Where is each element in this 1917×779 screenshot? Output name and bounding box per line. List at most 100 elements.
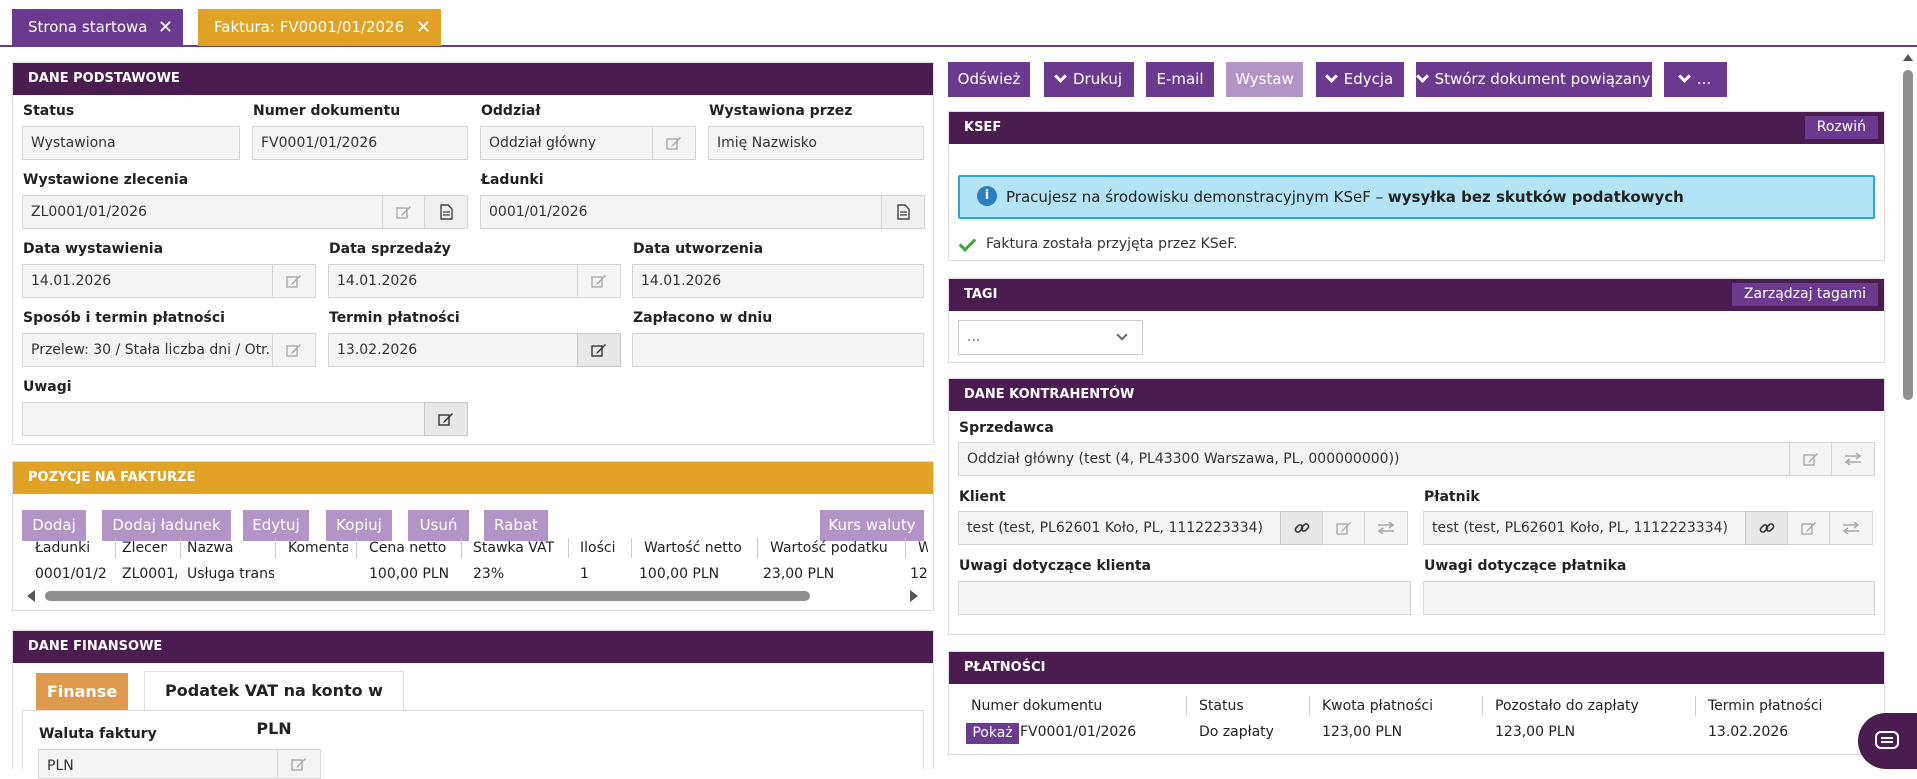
client-notes-label: Uwagi dotyczące klienta (959, 558, 1151, 574)
horizontal-scrollbar[interactable] (45, 591, 810, 601)
edit-icon[interactable] (652, 126, 696, 160)
chevron-down-icon (1415, 70, 1429, 83)
discount-button[interactable]: Rabat (484, 510, 548, 541)
due-field: 13.02.2026 (328, 333, 578, 367)
add-load-button[interactable]: Dodaj ładunek (102, 510, 231, 541)
column-header[interactable]: W (918, 540, 928, 556)
table-cell: 12 (910, 566, 928, 582)
edit-button[interactable]: Edycja (1316, 62, 1404, 97)
edit-icon[interactable] (1322, 511, 1366, 545)
number-field: FV0001/01/2026 (252, 126, 468, 160)
ksef-accepted-text: Faktura została przyjęta przez KSeF. (986, 236, 1238, 252)
payer-label: Płatnik (1424, 489, 1480, 505)
payer-notes-label: Uwagi dotyczące płatnika (1424, 558, 1627, 574)
column-divider (1309, 696, 1310, 716)
column-header[interactable]: Wartość netto (644, 540, 754, 556)
column-header[interactable]: Zlecen (122, 540, 167, 556)
chat-lines (1881, 737, 1893, 743)
chevron-down-icon (1324, 70, 1338, 83)
table-cell: 13.02.2026 (1708, 724, 1789, 740)
edit-icon[interactable] (1787, 511, 1831, 545)
edit-icon[interactable] (577, 333, 621, 367)
link-icon[interactable] (1745, 511, 1789, 545)
column-header[interactable]: Ładunki (35, 540, 105, 556)
contractors-header: DANE KONTRAHENTÓW (949, 379, 1884, 411)
issue-button[interactable]: Wystaw (1226, 62, 1303, 97)
edit-icon[interactable] (1789, 442, 1833, 476)
info-icon: i (977, 186, 997, 206)
expand-button[interactable]: Rozwiń (1804, 116, 1878, 139)
chevron-down-icon (1116, 329, 1128, 341)
created-label: Data utworzenia (633, 241, 764, 257)
edit-icon[interactable] (424, 402, 468, 436)
document-icon[interactable] (881, 195, 925, 229)
edit-icon[interactable] (277, 749, 321, 779)
more-button[interactable]: ... (1664, 62, 1727, 97)
column-header[interactable]: Wartość podatku (770, 540, 890, 556)
table-cell: FV0001/01/2026 (1020, 724, 1137, 740)
notes-field[interactable] (22, 402, 425, 436)
vertical-scrollbar[interactable] (1903, 70, 1913, 400)
column-header[interactable]: Ilości (580, 540, 630, 556)
paid-label: Zapłacono w dniu (633, 310, 773, 326)
ksef-header: KSEF (949, 112, 1884, 144)
created-field: 14.01.2026 (632, 264, 924, 298)
swap-icon[interactable] (1364, 511, 1408, 545)
scroll-right-icon[interactable] (910, 590, 918, 602)
loads-field: 0001/01/2026 (480, 195, 883, 229)
paid-field (632, 333, 924, 367)
column-header: Pozostało do zapłaty (1495, 698, 1639, 714)
sale-date-field: 14.01.2026 (328, 264, 578, 298)
table-cell: 1 (580, 566, 589, 582)
payer-notes-field[interactable] (1423, 581, 1875, 615)
loads-label: Ładunki (481, 172, 544, 188)
document-icon[interactable] (424, 195, 468, 229)
swap-icon[interactable] (1829, 511, 1873, 545)
tab-home[interactable]: Strona startowa ✕ (12, 9, 183, 46)
edit-icon[interactable] (382, 195, 426, 229)
client-notes-field[interactable] (958, 581, 1411, 615)
table-cell: 123,00 PLN (1495, 724, 1576, 740)
column-divider (757, 538, 758, 558)
column-header[interactable]: Nazwa (187, 540, 267, 556)
tags-select-value: ... (967, 329, 981, 345)
close-icon[interactable]: ✕ (158, 9, 173, 46)
delete-item-button[interactable]: Usuń (408, 510, 469, 541)
column-header[interactable]: Cena netto (369, 540, 449, 556)
edit-icon[interactable] (272, 264, 316, 298)
show-payment-button[interactable]: Pokaż (966, 723, 1019, 744)
add-item-button[interactable]: Dodaj (22, 510, 86, 541)
payment-field: Przelew: 30 / Stała liczba dni / Otr. (22, 333, 274, 367)
column-divider (356, 538, 357, 558)
edit-icon[interactable] (272, 333, 316, 367)
column-divider (631, 538, 632, 558)
create-related-button[interactable]: Stwórz dokument powiązany (1415, 62, 1652, 97)
items-header: POZYCJE NA FAKTURZE (13, 462, 933, 494)
tab-finance[interactable]: Finanse (36, 673, 128, 711)
email-button[interactable]: E-mail (1146, 62, 1214, 97)
swap-icon[interactable] (1831, 442, 1875, 476)
column-header[interactable]: Stawka VAT (473, 540, 563, 556)
copy-item-button[interactable]: Kopiuj (326, 510, 392, 541)
link-icon[interactable] (1280, 511, 1324, 545)
exchange-rate-button[interactable]: Kurs waluty (820, 510, 924, 541)
close-icon[interactable]: ✕ (416, 9, 431, 46)
tab-vat-account[interactable]: Podatek VAT na konto w PLN (144, 671, 404, 738)
edit-icon[interactable] (577, 264, 621, 298)
finance-header: DANE FINANSOWE (13, 631, 933, 663)
refresh-button[interactable]: Odśwież (948, 62, 1030, 97)
tab-home-label: Strona startowa (28, 18, 148, 36)
manage-tags-button[interactable]: Zarządzaj tagami (1731, 283, 1878, 306)
ksef-info-banner: i Pracujesz na środowisku demonstracyjny… (958, 175, 1875, 219)
seller-field: Oddział główny (test (4, PL43300 Warszaw… (958, 442, 1790, 476)
scroll-left-icon[interactable] (27, 590, 35, 602)
notes-label: Uwagi (23, 379, 72, 395)
chat-button[interactable] (1858, 713, 1917, 769)
tab-invoice[interactable]: Faktura: FV0001/01/2026 ✕ (198, 9, 441, 46)
edit-item-button[interactable]: Edytuj (243, 510, 309, 541)
table-cell: ZL0001/01/2026 (122, 566, 177, 582)
tags-select[interactable]: ... (958, 320, 1143, 355)
print-button[interactable]: Drukuj (1044, 62, 1134, 97)
column-header[interactable]: Komenta (288, 540, 348, 556)
scroll-up-icon[interactable] (1903, 54, 1913, 61)
